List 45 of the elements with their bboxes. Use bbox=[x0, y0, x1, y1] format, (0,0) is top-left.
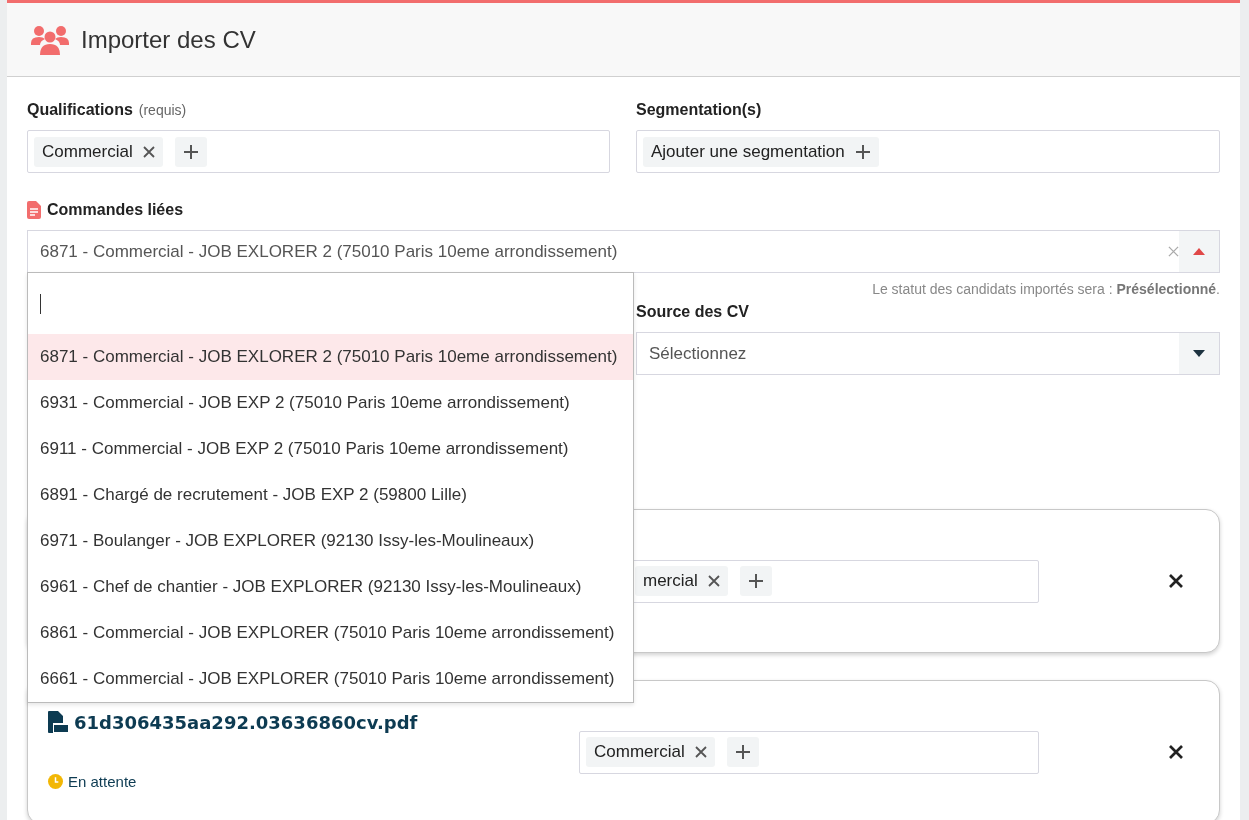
caret-icon bbox=[1193, 350, 1205, 357]
dropdown-option[interactable]: 6871 - Commercial - JOB EXLORER 2 (75010 Paris 10eme arrondissement) bbox=[28, 334, 633, 380]
source-select[interactable]: Sélectionnez bbox=[636, 332, 1220, 375]
add-segmentation-button[interactable]: Ajouter une segmentation bbox=[643, 136, 879, 167]
dropdown-toggle[interactable] bbox=[1179, 231, 1219, 272]
remove-icon[interactable] bbox=[707, 575, 720, 587]
plus-icon bbox=[747, 573, 764, 589]
clock-icon bbox=[48, 774, 63, 789]
dropdown-option[interactable]: 6661 - Commercial - JOB EXPLORER (75010 Paris 10eme arrondissement) bbox=[28, 656, 633, 702]
required-hint: (requis) bbox=[138, 102, 187, 118]
dropdown-option[interactable]: 6861 - Commercial - JOB EXPLORER (75010 Paris 10eme arrondissement) bbox=[28, 610, 633, 656]
users-icon bbox=[31, 24, 69, 55]
close-button[interactable] bbox=[1167, 743, 1185, 761]
plus-icon bbox=[182, 143, 199, 160]
dropdown-option[interactable]: 6931 - Commercial - JOB EXP 2 (75010 Paris 10eme arrondissement) bbox=[28, 380, 633, 426]
field-label: Segmentation(s) bbox=[636, 101, 762, 119]
plus-icon bbox=[854, 143, 871, 160]
field-label: Qualifications bbox=[27, 101, 133, 119]
tag-field[interactable]: Commercial bbox=[27, 130, 610, 173]
tag-label: mercial bbox=[643, 571, 698, 591]
dropdown-option[interactable]: 6911 - Commercial - JOB EXP 2 (75010 Paris 10eme arrondissement) bbox=[28, 426, 633, 472]
remove-icon[interactable] bbox=[694, 746, 707, 758]
select-value: 6871 - Commercial - JOB EXLORER 2 (75010 Paris 10eme arrondissement) bbox=[39, 241, 619, 262]
tag-label: Commercial bbox=[594, 742, 685, 762]
pdf-icon bbox=[48, 711, 68, 733]
status-label: En attente bbox=[68, 773, 137, 790]
tag-field[interactable]: Commercial bbox=[579, 730, 1039, 774]
select-placeholder: Sélectionnez bbox=[648, 343, 748, 364]
tag-label: Commercial bbox=[42, 141, 133, 162]
add-button[interactable] bbox=[726, 737, 759, 767]
field-label: Commandes liées bbox=[47, 201, 184, 219]
dropdown-toggle[interactable] bbox=[1179, 333, 1219, 374]
order-select[interactable]: 6871 - Commercial - JOB EXLORER 2 (75010 Paris 10eme arrondissement) bbox=[27, 230, 1220, 273]
field-label: Source des CV bbox=[636, 303, 749, 321]
tag-field[interactable]: Ajouter une segmentation bbox=[636, 130, 1220, 173]
page-title: Importer des CV bbox=[81, 25, 256, 54]
document-icon bbox=[27, 201, 41, 219]
dropdown-option[interactable]: 6891 - Chargé de recrutement - JOB EXP 2 (59800 Lille) bbox=[28, 472, 633, 518]
add-button[interactable] bbox=[739, 566, 772, 596]
status-note: Le statut des candidats importés sera : Présélectionné. bbox=[872, 281, 1220, 297]
file-name: 61d306435aa292.03636860cv.pdf bbox=[74, 711, 418, 733]
close-button[interactable] bbox=[1167, 572, 1185, 590]
add-button[interactable] bbox=[174, 136, 207, 167]
plus-icon bbox=[734, 744, 751, 760]
remove-icon[interactable] bbox=[142, 145, 155, 158]
